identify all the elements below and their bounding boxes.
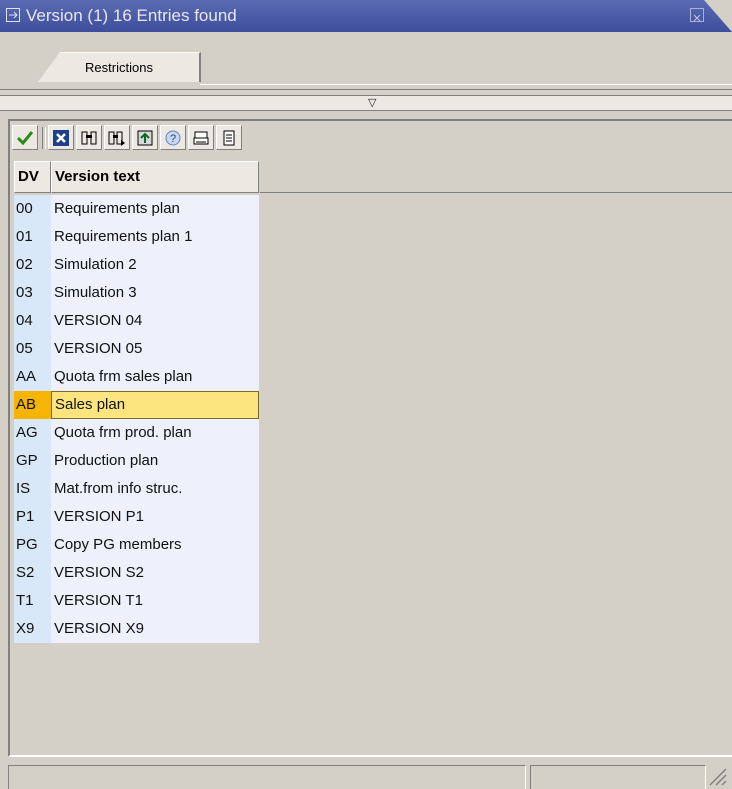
row-text[interactable]: VERSION S2: [51, 559, 259, 587]
row-key[interactable]: GP: [14, 447, 51, 475]
row-key[interactable]: T1: [14, 587, 51, 615]
header-filler: [260, 161, 732, 193]
row-key[interactable]: S2: [14, 559, 51, 587]
row-key[interactable]: 05: [14, 335, 51, 363]
title-corner: [704, 0, 732, 32]
find-icon[interactable]: [76, 125, 102, 150]
list-icon[interactable]: [216, 125, 242, 150]
table-row[interactable]: 02 Simulation 2: [14, 251, 259, 279]
title-bar: Version (1) 16 Entries found: [0, 0, 732, 32]
help-icon[interactable]: ?: [160, 125, 186, 150]
row-text[interactable]: Quota frm sales plan: [51, 363, 259, 391]
window-title: Version (1) 16 Entries found: [26, 6, 237, 25]
table-row[interactable]: GP Production plan: [14, 447, 259, 475]
row-text[interactable]: VERSION P1: [51, 503, 259, 531]
table-row[interactable]: X9 VERSION X9: [14, 615, 259, 643]
table-row[interactable]: PG Copy PG members: [14, 531, 259, 559]
row-key[interactable]: AA: [14, 363, 51, 391]
row-key[interactable]: PG: [14, 531, 51, 559]
resize-grip-icon[interactable]: [706, 765, 728, 787]
table-row[interactable]: 01 Requirements plan 1: [14, 223, 259, 251]
table-row[interactable]: 00 Requirements plan: [14, 195, 259, 223]
row-text[interactable]: Copy PG members: [51, 531, 259, 559]
column-header-dv[interactable]: DV: [14, 161, 51, 193]
row-key[interactable]: 00: [14, 195, 51, 223]
status-message-field: [8, 765, 526, 789]
row-text[interactable]: VERSION T1: [51, 587, 259, 615]
tab-divider: [200, 84, 732, 85]
row-text[interactable]: Quota frm prod. plan: [51, 419, 259, 447]
table-row[interactable]: T1 VERSION T1: [14, 587, 259, 615]
table-row[interactable]: AG Quota frm prod. plan: [14, 419, 259, 447]
row-text[interactable]: Mat.from info struc.: [51, 475, 259, 503]
table-row[interactable]: 03 Simulation 3: [14, 279, 259, 307]
row-text[interactable]: VERSION X9: [51, 615, 259, 643]
row-key[interactable]: 03: [14, 279, 51, 307]
svg-text:?: ?: [170, 133, 176, 145]
row-key[interactable]: AB: [14, 391, 51, 419]
sort-icon[interactable]: [132, 125, 158, 150]
row-text[interactable]: Requirements plan: [51, 195, 259, 223]
tab-restrictions[interactable]: Restrictions: [38, 52, 201, 82]
status-info-field: [530, 765, 706, 789]
row-text[interactable]: Simulation 3: [51, 279, 259, 307]
row-key[interactable]: AG: [14, 419, 51, 447]
row-key[interactable]: X9: [14, 615, 51, 643]
row-key[interactable]: 02: [14, 251, 51, 279]
tab-divider-bottom: [0, 89, 732, 90]
row-text[interactable]: Sales plan: [51, 391, 259, 419]
table-row[interactable]: IS Mat.from info struc.: [14, 475, 259, 503]
expand-splitter[interactable]: ▽: [0, 95, 732, 111]
cancel-icon[interactable]: [48, 125, 74, 150]
row-text[interactable]: Requirements plan 1: [51, 223, 259, 251]
table-row[interactable]: S2 VERSION S2: [14, 559, 259, 587]
table-row-selected[interactable]: AB Sales plan: [14, 391, 259, 419]
column-header-version-text[interactable]: Version text: [51, 161, 259, 193]
row-text[interactable]: VERSION 04: [51, 307, 259, 335]
row-key[interactable]: IS: [14, 475, 51, 503]
window-icon: [6, 8, 20, 22]
table-row[interactable]: AA Quota frm sales plan: [14, 363, 259, 391]
table-row[interactable]: 04 VERSION 04: [14, 307, 259, 335]
row-key[interactable]: 01: [14, 223, 51, 251]
row-text[interactable]: Production plan: [51, 447, 259, 475]
table-row[interactable]: P1 VERSION P1: [14, 503, 259, 531]
status-bar: [0, 757, 732, 789]
expand-arrow-icon[interactable]: ▽: [368, 96, 376, 109]
print-icon[interactable]: [188, 125, 214, 150]
row-text[interactable]: Simulation 2: [51, 251, 259, 279]
table-row[interactable]: 05 VERSION 05: [14, 335, 259, 363]
find-next-icon[interactable]: [104, 125, 130, 150]
check-icon[interactable]: [12, 125, 38, 150]
close-icon[interactable]: [690, 8, 704, 22]
row-key[interactable]: 04: [14, 307, 51, 335]
row-key[interactable]: P1: [14, 503, 51, 531]
row-text[interactable]: VERSION 05: [51, 335, 259, 363]
